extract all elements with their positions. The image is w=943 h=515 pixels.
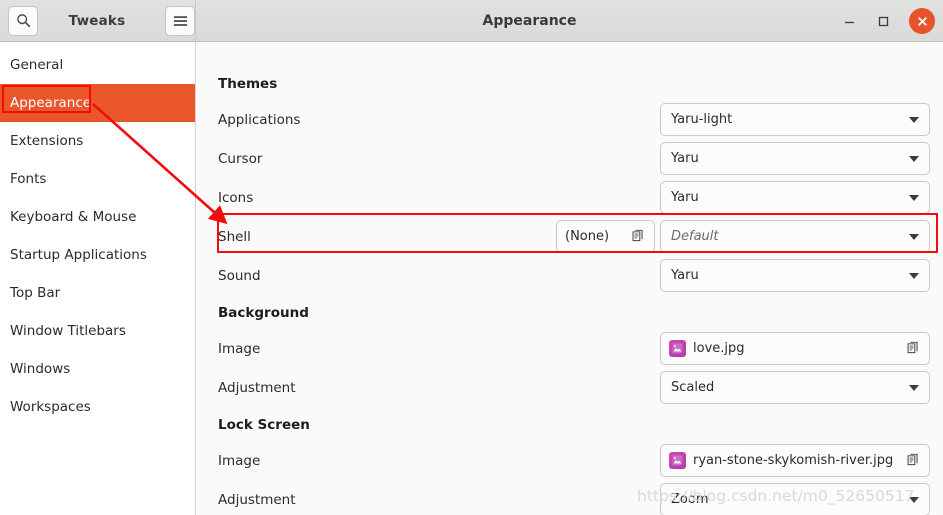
sidebar-item-label: Workspaces <box>10 399 91 415</box>
dropdown-value: Yaru <box>671 268 699 283</box>
document-picker-icon[interactable] <box>906 453 921 468</box>
dropdown-value: Default <box>671 229 719 244</box>
dropdown-value: Yaru <box>671 151 699 166</box>
sidebar-item-label: Fonts <box>10 171 47 187</box>
file-chooser-lock-screen-image[interactable]: ryan-stone-skykomish-river.jpg <box>660 444 930 477</box>
section-title-lock-screen: Lock Screen <box>218 417 310 433</box>
row-label-background-adjustment: Adjustment <box>218 380 296 396</box>
image-file-icon <box>669 452 686 469</box>
document-picker-icon[interactable] <box>906 341 921 356</box>
sidebar-item-label: Window Titlebars <box>10 323 126 339</box>
sidebar-item-label: Startup Applications <box>10 247 147 263</box>
chevron-down-icon <box>909 233 919 240</box>
maximize-button[interactable] <box>873 11 893 31</box>
sidebar-item-top-bar[interactable]: Top Bar <box>0 274 195 312</box>
dropdown-background-adjustment[interactable]: Scaled <box>660 371 930 404</box>
settings-content-pane: Themes Applications Yaru-light Cursor Yaru Ic… <box>197 42 943 515</box>
sidebar-item-extensions[interactable]: Extensions <box>0 122 195 160</box>
row-label-themes-applications: Applications <box>218 112 301 128</box>
window-controls <box>839 0 935 42</box>
dropdown-themes-shell[interactable]: Default <box>660 220 930 253</box>
section-title-background: Background <box>218 305 309 321</box>
dropdown-value: Scaled <box>671 380 715 395</box>
tweaks-window: Tweaks Appearance General Appearance Ext… <box>0 0 943 515</box>
shell-theme-none-button[interactable]: (None) <box>556 220 655 253</box>
sidebar-item-workspaces[interactable]: Workspaces <box>0 388 195 426</box>
sidebar-item-keyboard-mouse[interactable]: Keyboard & Mouse <box>0 198 195 236</box>
row-label-lock-screen-image: Image <box>218 453 261 469</box>
sidebar-item-general[interactable]: General <box>0 46 195 84</box>
chevron-down-icon <box>909 384 919 391</box>
sidebar-item-label: Keyboard & Mouse <box>10 209 137 225</box>
file-name-label: love.jpg <box>693 341 745 356</box>
image-file-icon <box>669 340 686 357</box>
file-name-label: ryan-stone-skykomish-river.jpg <box>693 453 894 468</box>
section-title-themes: Themes <box>218 76 278 92</box>
row-label-background-image: Image <box>218 341 261 357</box>
minimize-icon <box>844 21 854 23</box>
dropdown-value: Zoom <box>671 492 709 507</box>
shell-theme-none-label: (None) <box>565 229 610 244</box>
file-chooser-background-image[interactable]: love.jpg <box>660 332 930 365</box>
dropdown-value: Yaru-light <box>671 112 733 127</box>
chevron-down-icon <box>909 496 919 503</box>
dropdown-themes-icons[interactable]: Yaru <box>660 181 930 214</box>
sidebar-item-label: Windows <box>10 361 71 377</box>
chevron-down-icon <box>909 194 919 201</box>
sidebar-item-startup-applications[interactable]: Startup Applications <box>0 236 195 274</box>
document-picker-icon[interactable] <box>631 229 646 244</box>
sidebar-item-label: Extensions <box>10 133 84 149</box>
sidebar-item-window-titlebars[interactable]: Window Titlebars <box>0 312 195 350</box>
search-glyph <box>16 14 30 28</box>
close-icon <box>917 16 927 26</box>
app-title: Tweaks <box>68 12 126 29</box>
dropdown-lock-screen-adjustment[interactable]: Zoom <box>660 483 930 515</box>
row-label-lock-screen-adjustment: Adjustment <box>218 492 296 508</box>
dropdown-themes-cursor[interactable]: Yaru <box>660 142 930 175</box>
window-headerbar: Tweaks Appearance <box>0 0 943 42</box>
dropdown-value: Yaru <box>671 190 699 205</box>
headerbar-content-section: Appearance <box>196 0 943 41</box>
row-label-themes-shell: Shell <box>218 229 251 245</box>
sidebar-item-label: Top Bar <box>10 285 61 301</box>
row-label-themes-cursor: Cursor <box>218 151 263 167</box>
dropdown-themes-applications[interactable]: Yaru-light <box>660 103 930 136</box>
minimize-button[interactable] <box>839 11 859 31</box>
sidebar-item-fonts[interactable]: Fonts <box>0 160 195 198</box>
row-label-themes-sound: Sound <box>218 268 261 284</box>
chevron-down-icon <box>909 272 919 279</box>
chevron-down-icon <box>909 116 919 123</box>
sidebar-item-label: General <box>10 57 64 73</box>
dropdown-themes-sound[interactable]: Yaru <box>660 259 930 292</box>
sidebar-item-label: Appearance <box>10 95 92 111</box>
sidebar-item-appearance[interactable]: Appearance <box>0 84 195 122</box>
maximize-icon <box>878 16 888 26</box>
chevron-down-icon <box>909 155 919 162</box>
close-button[interactable] <box>909 8 935 34</box>
sidebar-item-windows[interactable]: Windows <box>0 350 195 388</box>
search-icon[interactable] <box>8 5 38 36</box>
row-label-themes-icons: Icons <box>218 190 254 206</box>
page-title: Appearance <box>482 12 577 29</box>
sidebar-nav: General Appearance Extensions Fonts Keyboard… <box>0 42 196 515</box>
